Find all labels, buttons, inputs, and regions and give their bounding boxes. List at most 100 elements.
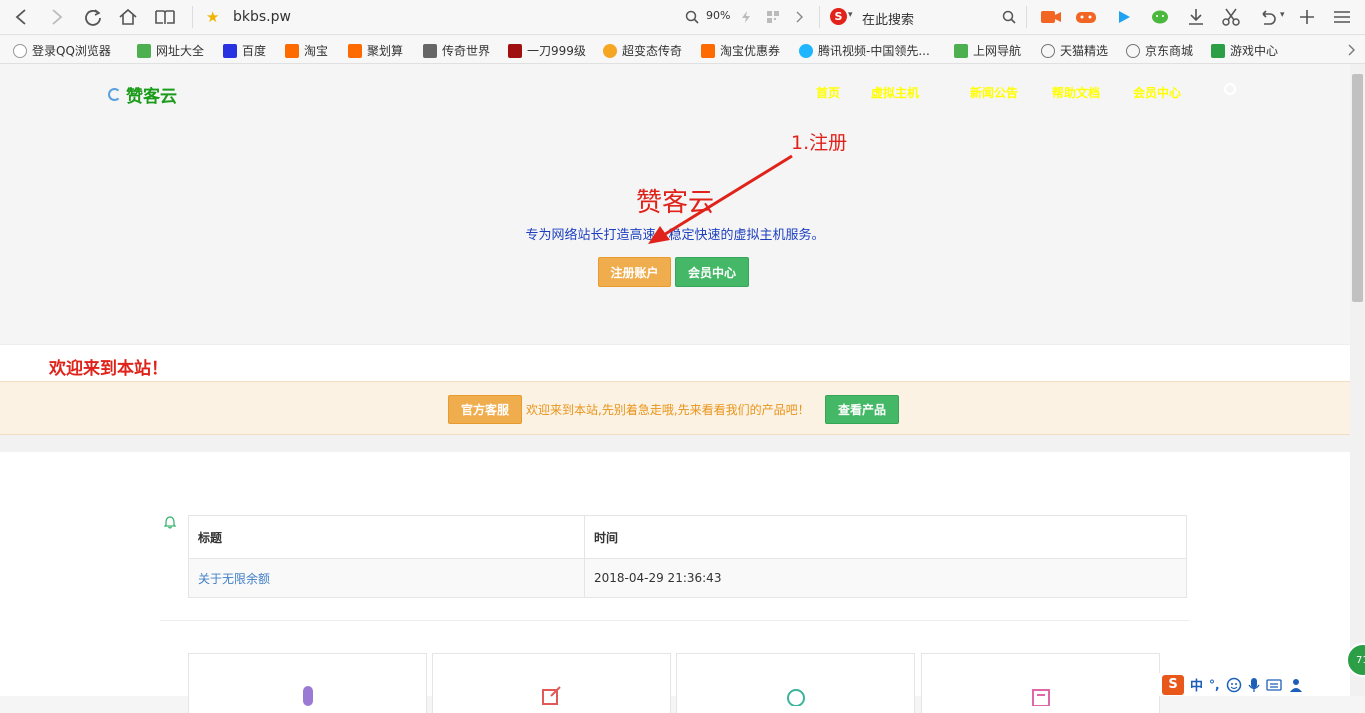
microphone-icon[interactable] (1248, 677, 1260, 693)
welcome-strip: 欢迎来到本站！ (0, 344, 1350, 381)
logo-icon (108, 88, 121, 101)
menu-icon[interactable] (1331, 6, 1353, 28)
official-service-button[interactable]: 官方客服 (448, 395, 522, 424)
news-table: 标题 时间 关于无限余额 2018-04-29 21:36:43 (188, 515, 1187, 598)
zoom-icon[interactable] (684, 6, 700, 28)
home-icon[interactable] (117, 6, 139, 28)
bookmark-item[interactable]: 百度 (223, 42, 266, 59)
keyboard-icon[interactable] (1265, 678, 1282, 691)
welcome-text: 欢迎来到本站！ (49, 359, 168, 379)
scissors-icon[interactable] (1220, 6, 1242, 28)
column-header: 标题 (189, 516, 585, 558)
smile-icon (603, 43, 617, 58)
game-icon (423, 43, 437, 58)
download-icon[interactable] (1185, 6, 1207, 28)
bookmarks-bar: 登录QQ浏览器 网址大全 百度 淘宝 聚划算 传奇世界 一刀999级 超变态传奇… (0, 36, 1365, 64)
bookmark-item[interactable]: 京东商城 (1126, 42, 1193, 59)
nav-virtual-host[interactable]: 虚拟主机 (871, 84, 919, 101)
vertical-scrollbar[interactable] (1350, 64, 1365, 696)
toolbar-divider (819, 6, 820, 28)
chevron-right-icon[interactable] (792, 6, 808, 28)
main-content: 标题 时间 关于无限余额 2018-04-29 21:36:43 (0, 452, 1350, 713)
new-tab-icon[interactable] (1296, 6, 1318, 28)
sogou-search-icon[interactable]: S (830, 8, 847, 25)
hao-icon (954, 43, 968, 58)
bookmark-item[interactable]: 淘宝优惠券 (701, 42, 780, 59)
zoom-level[interactable]: 90% (706, 9, 730, 22)
bookmark-item[interactable]: 登录QQ浏览器 (13, 42, 111, 59)
news-title-link[interactable]: 关于无限余额 (189, 559, 585, 597)
annotation-label: 1.注册 (791, 132, 848, 154)
lightning-icon[interactable] (738, 6, 754, 28)
product-card[interactable] (676, 653, 915, 713)
bookmark-item[interactable]: 超变态传奇 (603, 42, 682, 59)
punctuation-icon[interactable]: °, (1209, 678, 1220, 692)
bookmark-item[interactable]: 腾讯视频-中国领先... (799, 42, 930, 59)
toolbar-divider (1026, 6, 1027, 28)
site-logo[interactable]: 赞客云 (108, 82, 177, 107)
document-icon (1032, 689, 1050, 706)
bookmark-item[interactable]: 天猫精选 (1041, 42, 1108, 59)
qrcode-icon[interactable] (764, 6, 782, 28)
user-icon[interactable] (1288, 678, 1304, 692)
reader-icon[interactable] (154, 6, 176, 28)
forward-icon[interactable] (46, 6, 68, 28)
bookmark-item[interactable]: 上网导航 (954, 42, 1021, 59)
bookmark-item[interactable]: 聚划算 (348, 42, 403, 59)
chevron-right-icon[interactable] (1345, 39, 1359, 61)
back-icon[interactable] (10, 6, 32, 28)
product-card[interactable] (188, 653, 427, 713)
bookmark-item[interactable]: 游戏中心 (1211, 42, 1278, 59)
juhuasuan-icon (348, 43, 362, 58)
nav-home[interactable]: 首页 (816, 84, 840, 101)
card-icon (303, 686, 313, 706)
sogou-ime-icon[interactable]: S (1162, 674, 1184, 695)
chat-icon (787, 689, 805, 706)
game-icon (508, 43, 522, 58)
wechat-icon[interactable] (1149, 6, 1171, 28)
product-card[interactable] (432, 653, 671, 713)
hero-section: 赞客云 首页 虚拟主机 新闻公告 帮助文档 会员中心 赞客云 专为网络站长打造高… (0, 64, 1350, 344)
notice-bar: 官方客服 欢迎来到本站,先别着急走哦,先来看看我们的产品吧！ 查看产品 (0, 381, 1350, 435)
table-header: 标题 时间 (189, 516, 1186, 559)
refresh-icon[interactable] (82, 6, 104, 28)
browser-toolbar: ★ bkbs.pw 90% S ▾ 在此搜索 ▾ (0, 0, 1365, 35)
address-bar[interactable]: bkbs.pw (233, 9, 291, 25)
register-button[interactable]: 注册账户 (598, 257, 671, 287)
video-icon[interactable] (1040, 6, 1062, 28)
undo-icon[interactable] (1256, 6, 1278, 28)
bookmark-item[interactable]: 传奇世界 (423, 42, 490, 59)
favorite-star-icon[interactable]: ★ (206, 8, 219, 26)
baidu-icon (223, 43, 237, 58)
search-icon[interactable] (1224, 83, 1236, 95)
member-center-button[interactable]: 会员中心 (675, 257, 749, 287)
ime-toolbar: S 中 °, (1158, 673, 1350, 696)
bookmark-item[interactable]: 一刀999级 (508, 42, 586, 59)
nav-member[interactable]: 会员中心 (1133, 84, 1181, 101)
column-header: 时间 (594, 530, 619, 545)
notice-text: 欢迎来到本站,先别着急走哦,先来看看我们的产品吧！ (526, 403, 810, 417)
game-center-icon (1211, 43, 1225, 58)
ime-mode[interactable]: 中 (1190, 675, 1203, 694)
tencent-video-icon (799, 43, 813, 58)
chevron-down-icon[interactable]: ▾ (848, 10, 853, 20)
product-card[interactable] (921, 653, 1160, 713)
edit-icon (542, 686, 561, 705)
view-products-button[interactable]: 查看产品 (825, 395, 899, 424)
bookmark-item[interactable]: 淘宝 (285, 42, 328, 59)
nav-news[interactable]: 新闻公告 (970, 84, 1018, 101)
taobao-icon (701, 43, 715, 58)
search-input[interactable]: 在此搜索 (862, 9, 914, 28)
bookmark-item[interactable]: 网址大全 (137, 42, 204, 59)
game-icon[interactable] (1075, 6, 1097, 28)
search-icon[interactable] (998, 6, 1020, 28)
play-icon[interactable] (1113, 6, 1135, 28)
emoji-icon[interactable] (1226, 677, 1242, 693)
news-time: 2018-04-29 21:36:43 (594, 571, 722, 585)
divider (160, 620, 1190, 621)
globe-icon (1041, 43, 1055, 58)
toolbar-divider (192, 6, 193, 28)
chevron-down-icon[interactable]: ▾ (1280, 10, 1285, 20)
scrollbar-thumb[interactable] (1352, 74, 1363, 302)
nav-help[interactable]: 帮助文档 (1052, 84, 1100, 101)
